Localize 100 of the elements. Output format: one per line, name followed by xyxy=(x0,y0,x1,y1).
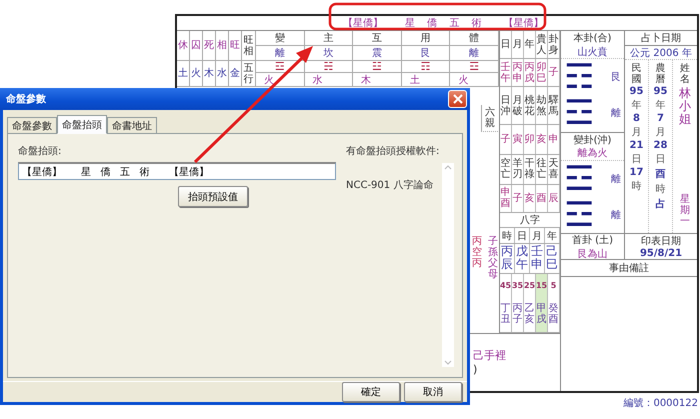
bazi-title: 八字 xyxy=(520,214,540,228)
trigram-symbol: ☲ xyxy=(564,96,594,130)
chevron-down-icon xyxy=(444,360,452,366)
state-label: 相 xyxy=(217,40,227,51)
tab[interactable]: 命盤參數 xyxy=(7,117,57,134)
element-label: 火 xyxy=(191,68,201,79)
spirit-value: 申 xyxy=(548,134,558,145)
row-label: 旺相 xyxy=(244,34,254,56)
state-label: 死 xyxy=(204,40,214,51)
hexagram-name: 山火賁 xyxy=(578,46,608,58)
pillar-label: 日 xyxy=(517,230,527,243)
state-label: 旺 xyxy=(230,40,240,51)
date-label: 農曆 xyxy=(656,63,666,85)
spirit-value: 子 xyxy=(512,192,522,204)
element-label: 金 xyxy=(230,68,240,79)
trigram-symbol: ☳ xyxy=(372,61,382,72)
spirit-value: 壬午 xyxy=(500,62,510,84)
hexagram-title: 本卦(合) xyxy=(574,32,612,45)
spirit-value: 酉 xyxy=(536,192,546,204)
spirit-value: 辰 xyxy=(548,192,558,204)
pillar-value: 丙辰 xyxy=(501,245,513,272)
trigram-name: 震 xyxy=(372,47,382,60)
luck-pillar: 丙子 xyxy=(512,303,522,326)
spirit-value: 申酉 xyxy=(500,187,510,210)
spirit-label: 桃花 xyxy=(524,94,534,117)
date-value: 8 xyxy=(633,113,640,124)
trigram-name: 離 xyxy=(611,172,621,186)
hexagram-name: 艮為山 xyxy=(578,248,608,260)
spirit-value: 亥 xyxy=(524,192,534,204)
spirit-value: 丙申 xyxy=(512,62,522,84)
list-item[interactable]: NCC-901 八字論命 xyxy=(346,180,434,192)
ok-button[interactable]: 確定 xyxy=(342,382,400,402)
date-value: 占 xyxy=(656,198,666,211)
spirit-label: 日沖 xyxy=(500,94,510,117)
spirit-value: 丙戌 xyxy=(524,62,534,84)
note-text: 己手裡 xyxy=(473,348,507,363)
luck-age: 5 xyxy=(550,280,556,290)
header-title: 星 僑 五 術 xyxy=(405,17,482,30)
luck-pillar: 丁丑 xyxy=(500,303,510,326)
trigram-name: 坎 xyxy=(323,47,334,60)
luck-age: 35 xyxy=(512,280,524,290)
trigram-symbol: ☲ xyxy=(564,162,594,196)
trigram-name: 艮 xyxy=(611,71,621,84)
element-name: 水 xyxy=(312,74,323,86)
date-unit: 月 xyxy=(656,126,666,139)
luck-pillar: 乙亥 xyxy=(524,303,534,326)
trigram-role: 體 xyxy=(469,32,480,45)
hexagram-title: 變卦(沖) xyxy=(574,134,612,146)
trigram-name: 離 xyxy=(274,47,285,60)
element-label: 水 xyxy=(217,68,227,79)
luck-age: 45 xyxy=(500,280,512,290)
header-input[interactable]: 【星僑】 星 僑 五 術 【星僑】 xyxy=(18,162,336,180)
date-value: 酉 xyxy=(656,168,666,181)
date-unit: 日 xyxy=(656,153,666,166)
trigram-role: 用 xyxy=(420,32,431,45)
cancel-button[interactable]: 取消 xyxy=(404,382,462,402)
date-unit: 時 xyxy=(632,180,642,193)
spirit-value: 子 xyxy=(500,134,510,145)
spirit-label: 劫煞 xyxy=(536,94,546,117)
relation-text: 子孫父母 xyxy=(488,236,498,280)
close-button[interactable] xyxy=(448,90,467,108)
stem-text: 丙空丙 xyxy=(472,236,482,271)
note-text: ) xyxy=(473,363,478,376)
trigram-symbol: ☲ xyxy=(274,61,285,72)
tab[interactable]: 命書地址 xyxy=(107,117,157,134)
date-unit: 年 xyxy=(632,99,642,112)
spirit-label: 天喜 xyxy=(548,158,558,180)
date-value: 17 xyxy=(630,167,644,178)
trigram-role: 互 xyxy=(372,32,382,45)
close-icon xyxy=(452,94,462,104)
luck-age: 25 xyxy=(524,280,536,290)
date-unit: 日 xyxy=(632,153,642,166)
default-header-button[interactable]: 抬頭預設值 xyxy=(178,186,248,208)
date-label: 民國 xyxy=(632,63,642,85)
trigram-name: 艮 xyxy=(420,47,431,60)
hexagram-title: 首卦 (土) xyxy=(572,234,613,246)
luck-pillar: 甲戌 xyxy=(536,303,546,326)
remarks-title: 事由備註 xyxy=(609,262,649,275)
date-value: 95 xyxy=(630,86,644,97)
element-name: 火 xyxy=(264,74,274,86)
print-date: 95/8/21 xyxy=(640,248,682,259)
pillar-label: 月 xyxy=(532,230,542,243)
trigram-symbol: ☲ xyxy=(469,61,480,72)
element-name: 火 xyxy=(458,74,468,86)
spirit-label: 往亡 xyxy=(536,158,546,180)
window-title: 命盤參數 xyxy=(6,92,46,106)
header-tag: 【星僑】 xyxy=(343,16,383,30)
date-value: 95 xyxy=(654,86,668,97)
name-label: 姓名 xyxy=(680,63,690,85)
scrollbar[interactable] xyxy=(442,163,454,368)
tab[interactable]: 命盤抬頭 xyxy=(57,115,107,134)
spirit-label: 空亡 xyxy=(500,158,510,180)
spirit-value: 卯巳 xyxy=(536,62,546,84)
element-name: 土 xyxy=(410,74,420,86)
date-title: 占卜日期 xyxy=(641,32,681,45)
trigram-role: 主 xyxy=(323,32,334,45)
serial-number: 編號：0000122 xyxy=(623,396,698,410)
pillar-value: 壬申 xyxy=(531,245,543,272)
trigram-name: 離 xyxy=(611,208,621,222)
spirit-label: 羊刃 xyxy=(512,158,522,180)
